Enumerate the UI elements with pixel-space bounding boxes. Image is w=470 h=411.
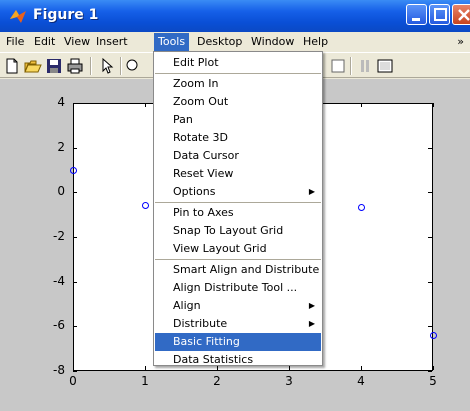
x-tick-mark xyxy=(145,103,146,107)
data-point-marker xyxy=(429,331,437,339)
menu-item-distribute[interactable]: Distribute ▶ xyxy=(155,315,321,333)
x-tick-label: 4 xyxy=(357,374,365,388)
y-tick-mark xyxy=(73,237,77,238)
y-tick-mark xyxy=(428,237,432,238)
x-tick-label: 1 xyxy=(141,374,149,388)
menu-separator xyxy=(155,73,321,74)
maximize-icon xyxy=(434,8,447,21)
tools-menu-dropdown: Edit Plot Zoom In Zoom Out Pan Rotate 3D… xyxy=(153,51,323,366)
menu-item-snap-to-layout-grid[interactable]: Snap To Layout Grid xyxy=(155,222,321,240)
edit-plot-arrow-icon[interactable] xyxy=(98,57,116,75)
save-icon[interactable] xyxy=(45,57,63,75)
menu-item-zoom-in[interactable]: Zoom In xyxy=(155,75,321,93)
y-tick-label: 0 xyxy=(57,184,65,199)
menu-item-smart-align[interactable]: Smart Align and Distribute xyxy=(155,261,321,279)
y-tick-mark xyxy=(73,147,77,149)
x-tick-mark xyxy=(361,366,362,370)
y-tick-mark xyxy=(428,326,432,328)
menu-tools[interactable]: Tools xyxy=(154,33,190,51)
menu-item-options[interactable]: Options ▶ xyxy=(155,183,321,201)
y-tick-mark xyxy=(428,371,432,372)
data-cursor-icon[interactable] xyxy=(329,57,347,75)
menu-item-data-cursor[interactable]: Data Cursor xyxy=(155,147,321,165)
menu-item-align-distribute-tool[interactable]: Align Distribute Tool ... xyxy=(155,279,321,297)
y-tick-mark xyxy=(428,103,432,104)
close-icon xyxy=(458,9,470,21)
y-tick-label: -4 xyxy=(53,273,65,288)
menu-bar: File Edit View Insert Tools Desktop Wind… xyxy=(0,33,470,51)
x-tick-mark xyxy=(433,366,434,370)
menu-item-align[interactable]: Align ▶ xyxy=(155,297,321,315)
x-tick-label: 5 xyxy=(429,374,437,388)
x-tick-mark xyxy=(73,103,74,107)
menu-view[interactable]: View xyxy=(60,33,94,51)
matlab-logo-icon xyxy=(10,10,26,23)
menu-item-view-layout-grid[interactable]: View Layout Grid xyxy=(155,240,321,258)
new-figure-icon[interactable] xyxy=(3,57,21,75)
menu-item-zoom-out[interactable]: Zoom Out xyxy=(155,93,321,111)
y-tick-mark xyxy=(428,147,432,149)
menu-item-rotate-3d[interactable]: Rotate 3D xyxy=(155,129,321,147)
x-tick-mark xyxy=(361,103,362,107)
insert-legend-icon[interactable] xyxy=(376,57,394,75)
print-icon[interactable] xyxy=(66,57,84,75)
y-tick-mark xyxy=(73,281,77,283)
y-tick-label: -6 xyxy=(53,318,65,333)
menu-item-options-label: Options xyxy=(173,185,216,198)
toolbar-separator xyxy=(90,57,92,75)
menu-item-reset-view[interactable]: Reset View xyxy=(155,165,321,183)
menu-help[interactable]: Help xyxy=(299,33,332,51)
y-tick-label: -8 xyxy=(53,363,65,377)
menu-item-pin-to-axes[interactable]: Pin to Axes xyxy=(155,204,321,222)
open-file-icon[interactable] xyxy=(24,57,42,75)
y-tick-label: 2 xyxy=(57,139,65,154)
menu-item-align-label: Align xyxy=(173,299,201,312)
submenu-arrow-icon: ▶ xyxy=(308,187,315,196)
x-tick-mark xyxy=(145,366,146,370)
submenu-arrow-icon: ▶ xyxy=(308,319,315,328)
toolbar-separator xyxy=(120,57,122,75)
menu-separator xyxy=(155,202,321,203)
data-point-marker xyxy=(141,202,149,210)
x-tick-label: 0 xyxy=(69,374,77,388)
menu-file[interactable]: File xyxy=(2,33,28,51)
menu-separator xyxy=(155,259,321,260)
maximize-button[interactable] xyxy=(429,4,450,25)
toolbar-separator xyxy=(350,57,352,75)
menu-item-data-statistics[interactable]: Data Statistics xyxy=(155,351,321,369)
x-tick-label: 2 xyxy=(213,374,221,388)
y-tick-label: -2 xyxy=(53,229,65,243)
menu-edit[interactable]: Edit xyxy=(30,33,59,51)
data-point-marker xyxy=(357,204,365,212)
menu-overflow-icon[interactable]: » xyxy=(457,33,464,51)
x-tick-mark xyxy=(73,366,74,370)
menu-item-edit-plot[interactable]: Edit Plot xyxy=(155,54,321,72)
window-title: Figure 1 xyxy=(33,7,99,23)
minimize-button[interactable] xyxy=(406,4,427,25)
insert-colorbar-icon[interactable] xyxy=(357,57,375,75)
zoom-in-icon[interactable] xyxy=(124,57,142,75)
menu-desktop[interactable]: Desktop xyxy=(193,33,246,51)
data-point-marker xyxy=(69,166,77,174)
y-tick-mark xyxy=(73,371,77,372)
menu-insert[interactable]: Insert xyxy=(92,33,132,51)
submenu-arrow-icon: ▶ xyxy=(308,301,315,310)
x-tick-mark xyxy=(433,103,434,107)
close-button[interactable] xyxy=(452,4,470,25)
y-tick-mark xyxy=(73,326,77,328)
minimize-icon xyxy=(412,18,420,21)
menu-item-basic-fitting[interactable]: Basic Fitting xyxy=(155,333,321,351)
menu-item-pan[interactable]: Pan xyxy=(155,111,321,129)
figure-window: Figure 1 File Edit View Insert Tools Des… xyxy=(0,0,470,411)
y-tick-label: 4 xyxy=(57,95,65,109)
x-tick-label: 3 xyxy=(285,374,293,388)
title-bar[interactable]: Figure 1 xyxy=(0,0,470,32)
menu-item-distribute-label: Distribute xyxy=(173,317,228,330)
y-tick-mark xyxy=(428,281,432,283)
y-tick-mark xyxy=(73,192,77,194)
y-tick-mark xyxy=(428,192,432,194)
menu-window[interactable]: Window xyxy=(247,33,298,51)
